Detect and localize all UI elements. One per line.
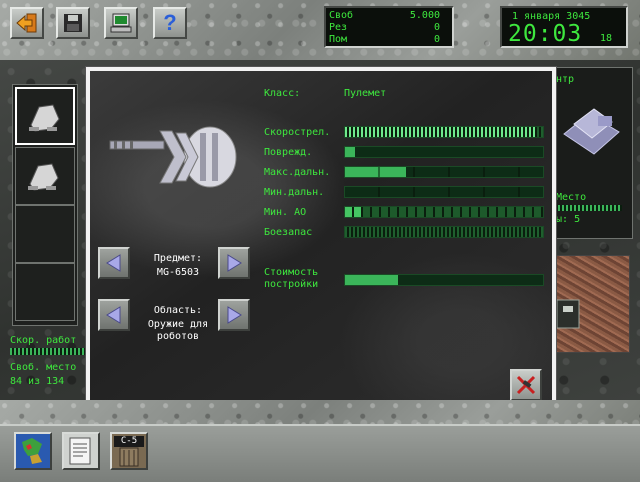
list-item[interactable] bbox=[15, 87, 75, 145]
clock-display: 1 января 3045 20:03 18 bbox=[500, 6, 628, 48]
list-item[interactable] bbox=[15, 205, 75, 263]
planet-map-button[interactable] bbox=[14, 432, 52, 470]
area-value-line2: роботов bbox=[156, 331, 200, 342]
item-prev-button[interactable] bbox=[98, 247, 130, 279]
robot-icon bbox=[28, 163, 59, 191]
reserve-label: Рез bbox=[329, 22, 348, 33]
list-item[interactable] bbox=[15, 147, 75, 205]
area-label: Область: bbox=[153, 305, 203, 316]
item-value: MG-6503 bbox=[156, 267, 200, 278]
stat-bar-min-ao bbox=[344, 206, 544, 218]
help-value: 0 bbox=[433, 34, 440, 45]
weapon-image bbox=[109, 126, 237, 188]
stat-label-ammo: Боезапас bbox=[264, 227, 313, 238]
arrow-right-icon bbox=[227, 306, 242, 324]
list-item[interactable] bbox=[15, 263, 75, 321]
stat-label-min-range: Мин.дальн. bbox=[264, 187, 325, 198]
area-value-line1: Оружие для bbox=[147, 319, 209, 330]
resources-display: Своб 5.000 Рез 0 Пом 0 bbox=[324, 6, 454, 48]
area-prev-button[interactable] bbox=[98, 299, 130, 331]
exit-arrow-icon bbox=[16, 13, 37, 33]
cost-label-line2: постройки bbox=[264, 279, 319, 290]
building-icon bbox=[563, 108, 620, 155]
question-icon: ? bbox=[163, 10, 177, 35]
cost-fill bbox=[345, 275, 399, 285]
back-button[interactable] bbox=[10, 7, 44, 39]
sector-button[interactable]: C-5 bbox=[110, 432, 148, 470]
stat-label-fire-rate: Скорострел. bbox=[264, 127, 331, 138]
item-label: Предмет: bbox=[153, 253, 203, 264]
seconds-text: 18 bbox=[600, 33, 613, 44]
class-value: Пулемет bbox=[344, 88, 387, 99]
close-button[interactable] bbox=[510, 369, 542, 401]
speed-label: Скор. работ bbox=[10, 335, 77, 346]
document-icon bbox=[69, 437, 91, 465]
reserve-value: 0 bbox=[433, 22, 440, 33]
cost-bar bbox=[344, 274, 544, 286]
arrow-left-icon bbox=[106, 306, 121, 324]
item-next-button[interactable] bbox=[218, 247, 250, 279]
stat-bar-damage bbox=[344, 146, 544, 158]
sector-label: C-5 bbox=[114, 436, 144, 447]
stat-bar-min-range bbox=[344, 186, 544, 198]
stat-bar-max-range bbox=[344, 166, 544, 178]
arrow-right-icon bbox=[227, 254, 242, 272]
help-button[interactable]: ? bbox=[153, 7, 187, 39]
free-space-value: 84 из 134 bbox=[10, 376, 65, 387]
stat-label-min-ao: Мин. AO bbox=[264, 207, 307, 218]
base-view-panel: нтр Место ты: 5 bbox=[545, 67, 633, 239]
place-bar bbox=[550, 205, 622, 211]
stat-label-max-range: Макс.дальн. bbox=[264, 167, 331, 178]
robot-unit-icon bbox=[556, 299, 580, 329]
speed-bar bbox=[10, 348, 86, 355]
stat-fill-fire-rate bbox=[345, 127, 538, 137]
free-value: 5.000 bbox=[409, 10, 440, 21]
free-space-label: Своб. место bbox=[10, 362, 77, 373]
place-label: Место bbox=[556, 192, 587, 203]
robot-icon bbox=[29, 104, 60, 132]
help-label: Пом bbox=[329, 34, 348, 45]
close-icon bbox=[516, 375, 536, 395]
terrain-view bbox=[552, 255, 630, 353]
stat-fill-damage bbox=[345, 147, 355, 157]
free-label: Своб bbox=[329, 10, 354, 21]
stat-fill-max-range bbox=[345, 167, 407, 177]
cost-label-line1: Стоимость bbox=[264, 267, 319, 278]
stat-bar-fire-rate bbox=[344, 126, 544, 138]
arrow-left-icon bbox=[106, 254, 121, 272]
robot-list-panel bbox=[12, 84, 78, 326]
stat-bar-ammo bbox=[344, 226, 544, 238]
class-label: Класс: bbox=[264, 88, 301, 99]
stat-label-damage: Поврежд. bbox=[264, 147, 313, 158]
save-button[interactable] bbox=[56, 7, 90, 39]
computer-button[interactable] bbox=[104, 7, 138, 39]
planet-map-icon bbox=[16, 434, 50, 468]
document-button[interactable] bbox=[62, 432, 100, 470]
area-next-button[interactable] bbox=[218, 299, 250, 331]
computer-icon bbox=[110, 13, 132, 33]
floppy-disk-icon bbox=[64, 14, 82, 32]
center-label: нтр bbox=[556, 74, 575, 85]
time-text: 20:03 bbox=[508, 21, 583, 47]
item-info-dialog: Класс: Пулемет Скорострел. Поврежд. Макс… bbox=[86, 67, 556, 412]
stat-fill-min-ao bbox=[345, 207, 363, 217]
